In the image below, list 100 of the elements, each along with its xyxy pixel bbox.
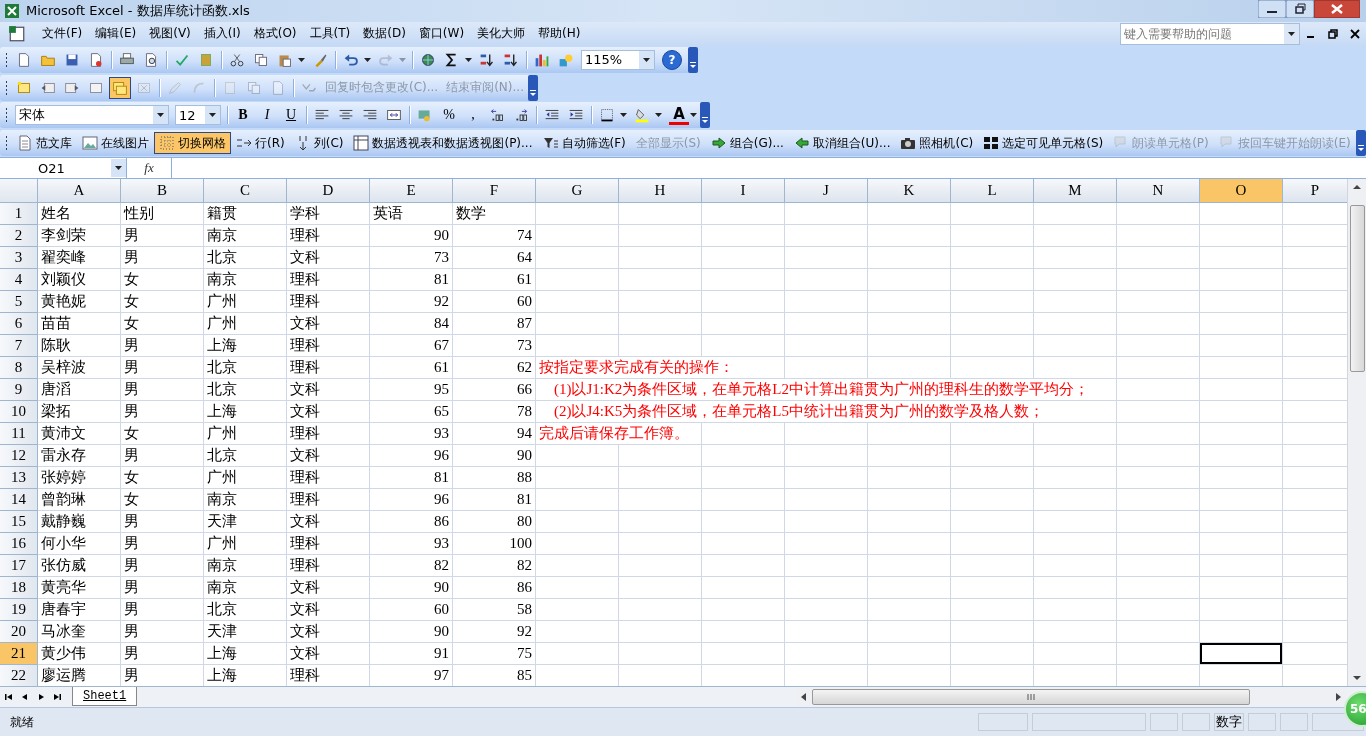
scroll-thumb[interactable] (1349, 205, 1365, 373)
row-header[interactable]: 15 (0, 511, 38, 534)
workbook-icon[interactable] (8, 24, 26, 43)
row-header[interactable]: 4 (0, 269, 38, 292)
table-cell: 女 (121, 423, 204, 446)
scroll-thumb[interactable] (812, 689, 1250, 706)
column-header[interactable]: I (702, 179, 785, 204)
menu-item[interactable]: 文件(F) (36, 23, 90, 45)
row-header[interactable]: 20 (0, 621, 38, 644)
row-header[interactable]: 5 (0, 291, 38, 314)
horizontal-scrollbar[interactable] (796, 688, 1346, 707)
search-input[interactable]: 键入需要帮助的问题 (1121, 26, 1284, 41)
toolbar-button[interactable]: 数据透视表和数据透视图(P)... (348, 132, 538, 155)
font-field[interactable]: 宋体 (15, 105, 169, 126)
row-header[interactable]: 14 (0, 489, 38, 512)
menu-item[interactable]: 视图(V) (143, 23, 198, 45)
row-header[interactable]: 8 (0, 357, 38, 380)
row-header[interactable]: 9 (0, 379, 38, 402)
column-header[interactable]: E (370, 179, 453, 204)
minimize-button[interactable] (1258, 0, 1286, 18)
notes-icon[interactable] (109, 76, 131, 99)
table-cell: 75 (453, 643, 536, 666)
toolbar-button[interactable]: 切换网格 (154, 132, 231, 155)
toolbar-button[interactable]: 取消组合(U)... (788, 132, 896, 155)
row-header[interactable]: 12 (0, 445, 38, 468)
row-header[interactable]: 10 (0, 401, 38, 424)
zoom-field[interactable]: 115% (581, 49, 655, 70)
restore-icon[interactable] (1327, 27, 1339, 40)
menu-item[interactable]: 帮助(H) (532, 23, 588, 45)
selected-cell[interactable] (1200, 643, 1283, 666)
toolbar-button[interactable]: 自动筛选(F) (537, 132, 631, 155)
row-header[interactable]: 3 (0, 247, 38, 270)
caret-icon[interactable] (111, 159, 126, 178)
menu-item[interactable]: 美化大师 (471, 23, 533, 45)
menu-item[interactable]: 插入(I) (197, 23, 248, 45)
insert-function-button[interactable]: fx (127, 160, 171, 177)
toolbar-options-button[interactable] (528, 74, 538, 101)
row-header[interactable]: 6 (0, 313, 38, 336)
help-search-field[interactable]: 键入需要帮助的问题 (1120, 22, 1300, 45)
column-header[interactable]: G (536, 179, 619, 204)
row-header[interactable]: 19 (0, 599, 38, 622)
close-button[interactable] (1314, 0, 1360, 18)
row-header[interactable]: 7 (0, 335, 38, 358)
toolbar-button[interactable]: 照相机(C) (895, 132, 979, 155)
toolbar-button[interactable]: 选定可见单元格(S) (978, 132, 1109, 155)
column-header[interactable]: A (38, 179, 121, 204)
comma-button[interactable]: , (461, 105, 485, 126)
restore-button[interactable] (1286, 0, 1314, 18)
caret-icon[interactable] (205, 106, 220, 125)
toolbar-button[interactable]: 行(R) (231, 132, 290, 155)
column-header[interactable]: L (951, 179, 1034, 204)
menu-item[interactable]: 格式(O) (247, 23, 304, 45)
style-button[interactable]: B (231, 105, 255, 126)
toolbar-button[interactable]: 列(C) (289, 132, 349, 155)
row-header[interactable]: 22 (0, 665, 38, 687)
column-header[interactable]: B (121, 179, 204, 204)
row-header[interactable]: 16 (0, 533, 38, 556)
column-header[interactable]: N (1117, 179, 1200, 204)
toolbar-options-button[interactable] (700, 102, 710, 129)
toolbar-options-button[interactable] (1355, 130, 1366, 157)
menu-item[interactable]: 编辑(E) (89, 23, 144, 45)
row-header[interactable]: 17 (0, 555, 38, 578)
row-header[interactable]: 21 (0, 643, 38, 666)
menu-item[interactable]: 窗口(W) (412, 23, 472, 45)
row-header[interactable]: 2 (0, 225, 38, 248)
column-header[interactable]: P (1283, 179, 1347, 204)
toolbar-button[interactable]: 范文库 (12, 132, 77, 155)
column-header[interactable]: O (1200, 179, 1283, 204)
caret-icon[interactable] (153, 106, 168, 125)
menu-item[interactable]: 数据(D) (357, 23, 413, 45)
column-header[interactable]: J (785, 179, 868, 204)
menu-item[interactable]: 工具(T) (303, 23, 358, 45)
toolbar-options-button[interactable] (688, 46, 698, 73)
row-header[interactable]: 1 (0, 203, 38, 226)
caret-icon[interactable] (1284, 23, 1299, 44)
row-header[interactable]: 11 (0, 423, 38, 446)
style-button[interactable]: I (255, 105, 279, 126)
close-icon[interactable] (1349, 27, 1361, 40)
picture-icon (82, 135, 98, 152)
sheet-tab[interactable]: Sheet1 (72, 687, 138, 707)
caret-icon[interactable] (639, 50, 654, 69)
font-size-field[interactable]: 12 (175, 105, 221, 126)
column-header[interactable]: K (868, 179, 951, 204)
column-header[interactable]: H (619, 179, 702, 204)
font-color-button[interactable]: A (669, 105, 689, 126)
toolbar-button[interactable]: 在线图片 (77, 132, 154, 155)
row-header[interactable]: 13 (0, 467, 38, 490)
toolbar-button[interactable]: 组合(G)... (705, 132, 789, 155)
style-button[interactable]: U (279, 105, 303, 126)
percent-button[interactable]: % (437, 105, 461, 126)
table-cell: 理科 (287, 467, 370, 490)
column-header[interactable]: F (453, 179, 536, 204)
help-button[interactable]: ? (662, 49, 682, 70)
table-cell: 86 (370, 511, 453, 534)
table-cell: 理科 (287, 357, 370, 380)
row-header[interactable]: 18 (0, 577, 38, 600)
column-header[interactable]: D (287, 179, 370, 204)
column-header[interactable]: C (204, 179, 287, 204)
vertical-scrollbar[interactable] (1347, 179, 1366, 687)
column-header[interactable]: M (1034, 179, 1117, 204)
